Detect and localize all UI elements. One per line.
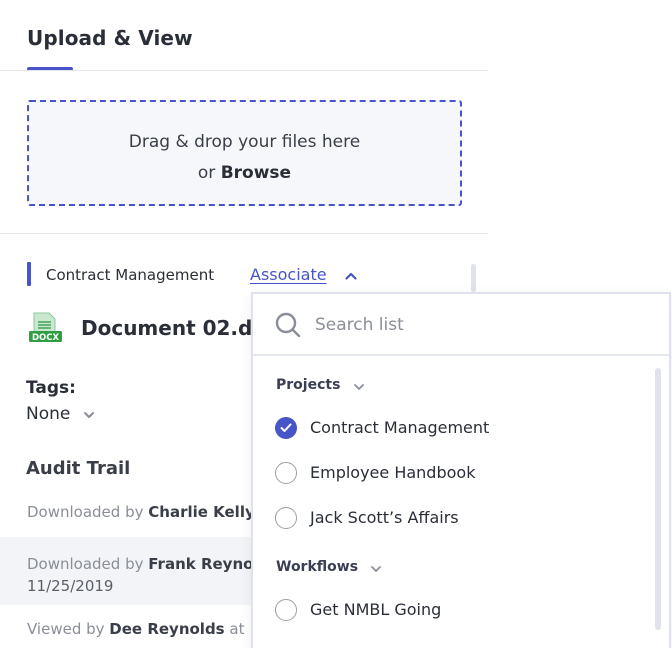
- tags-value[interactable]: None: [26, 404, 70, 424]
- option-employee-handbook[interactable]: Employee Handbook: [275, 459, 635, 487]
- audit-user: Charlie Kelly: [148, 503, 255, 521]
- audit-user: Dee Reynolds: [109, 620, 225, 638]
- dropzone-instructions: Drag & drop your files here: [128, 132, 361, 152]
- radio-icon[interactable]: [275, 462, 297, 484]
- chevron-down-icon[interactable]: [370, 563, 382, 575]
- option-contract-management[interactable]: Contract Management: [275, 414, 635, 442]
- option-label: Jack Scott’s Affairs: [310, 508, 459, 527]
- radio-icon[interactable]: [275, 599, 297, 621]
- audit-action: Downloaded by: [27, 503, 144, 521]
- associated-project-name: Contract Management: [46, 266, 215, 284]
- browse-link[interactable]: Browse: [221, 163, 291, 183]
- dropzone-or-text: or: [197, 163, 216, 183]
- search-icon: [275, 312, 301, 338]
- chevron-up-icon[interactable]: [344, 269, 358, 283]
- section-divider: [0, 233, 488, 234]
- option-label: Employee Handbook: [310, 463, 476, 482]
- option-label: Contract Management: [310, 418, 490, 437]
- group-label-workflows[interactable]: Workflows: [276, 559, 358, 575]
- chevron-down-icon[interactable]: [82, 408, 96, 422]
- option-get-nmbl-going[interactable]: Get NMBL Going: [275, 596, 635, 624]
- tab-upload-view[interactable]: Upload & View: [27, 26, 193, 50]
- scrollbar-thumb[interactable]: [471, 264, 476, 292]
- associate-dropdown: Projects Contract Management Employee Ha…: [251, 292, 671, 648]
- project-accent-bar: [27, 262, 31, 286]
- option-jack-scotts-affairs[interactable]: Jack Scott’s Affairs: [275, 504, 635, 532]
- file-type-label: DOCX: [32, 333, 60, 343]
- audit-entry-text: Downloaded by Charlie Kelly: [27, 503, 255, 521]
- audit-suffix: at: [229, 620, 245, 638]
- checked-icon[interactable]: [275, 417, 297, 439]
- audit-entry-text: Downloaded by Frank Reynolds: [27, 555, 278, 573]
- search-list-input[interactable]: [315, 310, 645, 340]
- group-label-projects[interactable]: Projects: [276, 377, 340, 393]
- audit-action: Viewed by: [27, 620, 105, 638]
- audit-date: 11/25/2019: [27, 577, 114, 595]
- file-dropzone[interactable]: Drag & drop your files here or Browse: [27, 100, 462, 206]
- audit-entry-text: Viewed by Dee Reynolds at: [27, 620, 244, 638]
- dropzone-browse-line: or Browse: [29, 163, 460, 183]
- tags-label: Tags:: [26, 378, 76, 398]
- dropdown-search-row: [253, 294, 669, 356]
- chevron-down-icon[interactable]: [353, 381, 365, 393]
- associate-dropdown-toggle[interactable]: Associate: [250, 265, 327, 284]
- docx-file-icon: DOCX: [29, 312, 62, 343]
- radio-icon[interactable]: [275, 507, 297, 529]
- header-divider: [0, 70, 488, 71]
- dropdown-scrollbar[interactable]: [655, 368, 661, 630]
- audit-action: Downloaded by: [27, 555, 144, 573]
- option-label: Get NMBL Going: [310, 600, 442, 619]
- audit-trail-heading: Audit Trail: [26, 458, 131, 479]
